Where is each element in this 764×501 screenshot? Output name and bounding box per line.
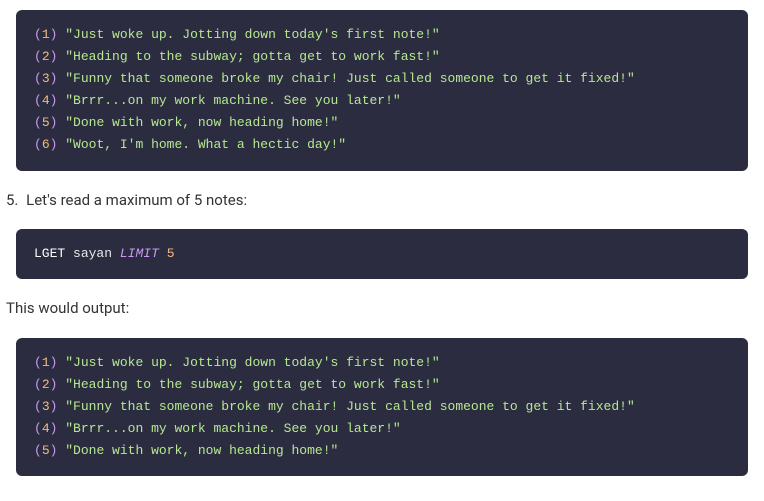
paren-open: (	[34, 27, 42, 42]
paren-close: )	[50, 27, 58, 42]
line-string: "Heading to the subway; gotta get to wor…	[65, 49, 439, 64]
line-string: "Done with work, now heading home!"	[65, 443, 338, 458]
line-string: "Brrr...on my work machine. See you late…	[65, 93, 400, 108]
output-label: This would output:	[6, 297, 758, 320]
paren-close: )	[50, 399, 58, 414]
output-line: (5) "Done with work, now heading home!"	[34, 440, 730, 462]
line-string: "Just woke up. Jotting down today's firs…	[65, 355, 439, 370]
output-line: (4) "Brrr...on my work machine. See you …	[34, 90, 730, 112]
paren-open: (	[34, 355, 42, 370]
paren-close: )	[50, 49, 58, 64]
line-index: 1	[42, 27, 50, 42]
line-index: 6	[42, 137, 50, 152]
paren-open: (	[34, 115, 42, 130]
output-line: (2) "Heading to the subway; gotta get to…	[34, 374, 730, 396]
step-number: 5.	[6, 191, 18, 209]
output-line: (2) "Heading to the subway; gotta get to…	[34, 46, 730, 68]
keyword-lget: LGET	[34, 246, 65, 261]
line-index: 4	[42, 421, 50, 436]
paren-close: )	[50, 137, 58, 152]
paren-close: )	[50, 71, 58, 86]
line-string: "Woot, I'm home. What a hectic day!"	[65, 137, 346, 152]
step-description: Let's read a maximum of 5 notes:	[26, 191, 247, 209]
line-index: 2	[42, 49, 50, 64]
limit-number: 5	[167, 246, 175, 261]
line-string: "Funny that someone broke my chair! Just…	[65, 71, 635, 86]
keyword-limit: LIMIT	[120, 246, 159, 261]
command-line: LGET sayan LIMIT 5	[34, 243, 730, 265]
output-line: (5) "Done with work, now heading home!"	[34, 112, 730, 134]
paren-open: (	[34, 443, 42, 458]
line-string: "Done with work, now heading home!"	[65, 115, 338, 130]
line-index: 1	[42, 355, 50, 370]
identifier: sayan	[73, 246, 112, 261]
paren-open: (	[34, 399, 42, 414]
line-index: 4	[42, 93, 50, 108]
line-string: "Brrr...on my work machine. See you late…	[65, 421, 400, 436]
paren-open: (	[34, 49, 42, 64]
code-block-output-full: (1) "Just woke up. Jotting down today's …	[16, 10, 748, 171]
line-string: "Funny that someone broke my chair! Just…	[65, 399, 635, 414]
output-line: (6) "Woot, I'm home. What a hectic day!"	[34, 134, 730, 156]
paren-close: )	[50, 115, 58, 130]
output-line: (4) "Brrr...on my work machine. See you …	[34, 418, 730, 440]
line-string: "Heading to the subway; gotta get to wor…	[65, 377, 439, 392]
code-block-command: LGET sayan LIMIT 5	[16, 229, 748, 279]
paren-close: )	[50, 421, 58, 436]
line-index: 3	[42, 71, 50, 86]
paren-open: (	[34, 71, 42, 86]
output-line: (1) "Just woke up. Jotting down today's …	[34, 24, 730, 46]
line-index: 5	[42, 443, 50, 458]
paren-close: )	[50, 443, 58, 458]
line-index: 2	[42, 377, 50, 392]
step-5-text: 5. Let's read a maximum of 5 notes:	[6, 189, 758, 212]
paren-open: (	[34, 93, 42, 108]
output-line: (3) "Funny that someone broke my chair! …	[34, 68, 730, 90]
line-index: 3	[42, 399, 50, 414]
paren-open: (	[34, 377, 42, 392]
output-line: (1) "Just woke up. Jotting down today's …	[34, 352, 730, 374]
paren-close: )	[50, 355, 58, 370]
paren-close: )	[50, 93, 58, 108]
paren-close: )	[50, 377, 58, 392]
code-block-output-limited: (1) "Just woke up. Jotting down today's …	[16, 338, 748, 476]
output-line: (3) "Funny that someone broke my chair! …	[34, 396, 730, 418]
line-string: "Just woke up. Jotting down today's firs…	[65, 27, 439, 42]
paren-open: (	[34, 137, 42, 152]
paren-open: (	[34, 421, 42, 436]
line-index: 5	[42, 115, 50, 130]
